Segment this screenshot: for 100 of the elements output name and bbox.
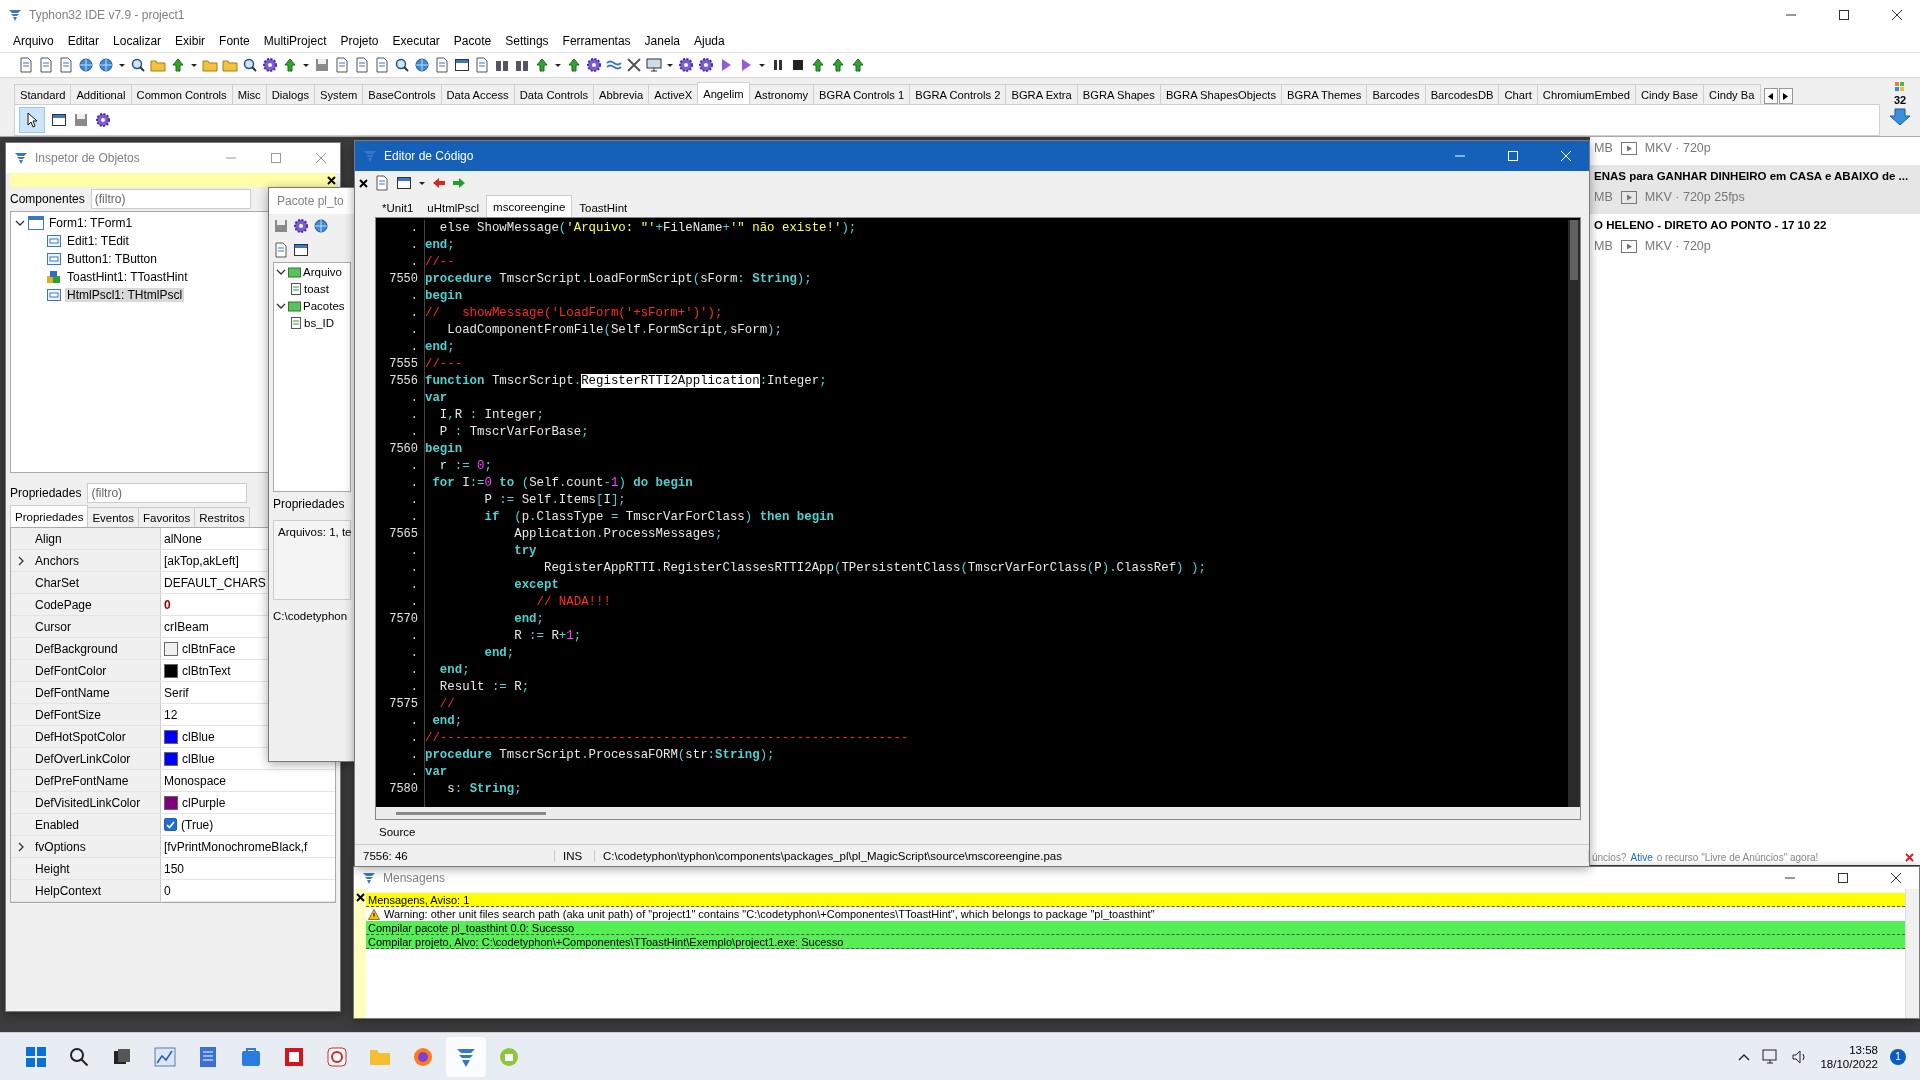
sync-app-icon[interactable] <box>327 1046 347 1067</box>
palette-tab[interactable]: Cindy Base <box>1634 84 1705 104</box>
search-icon[interactable] <box>394 57 410 73</box>
property-value[interactable]: alNone <box>164 531 203 546</box>
stop-icon[interactable] <box>790 57 806 73</box>
gear-icon[interactable] <box>293 218 309 234</box>
monitor-icon[interactable] <box>646 57 662 73</box>
arrow-icon[interactable] <box>850 57 866 73</box>
document-icon[interactable] <box>354 57 370 73</box>
arrow-icon[interactable] <box>282 57 298 73</box>
menu-item[interactable]: Localizar <box>106 34 169 48</box>
document-icon[interactable] <box>374 175 390 191</box>
cursor-tool-button[interactable] <box>19 107 45 133</box>
property-value[interactable]: Monospace <box>164 773 227 788</box>
expander-cell[interactable] <box>11 528 31 549</box>
globe-icon[interactable] <box>313 218 329 234</box>
maximize-icon[interactable] <box>1838 873 1848 883</box>
tools-icon[interactable] <box>626 57 642 73</box>
gear-icon[interactable] <box>698 57 714 73</box>
tree-item[interactable]: toast <box>304 282 329 295</box>
arrow-icon[interactable] <box>566 57 582 73</box>
chevron-up-icon[interactable] <box>1738 1052 1751 1061</box>
notification-badge[interactable]: 1 <box>1890 1048 1906 1065</box>
expander-cell[interactable] <box>11 638 31 659</box>
expander-cell[interactable] <box>11 616 31 637</box>
menu-item[interactable]: Editar <box>60 34 107 48</box>
tree-item[interactable]: ToastHint1: TToastHint <box>65 270 190 284</box>
gear-icon[interactable] <box>95 112 111 128</box>
cursor-icon[interactable] <box>24 112 40 128</box>
browser-app-icon[interactable] <box>413 1046 433 1067</box>
notes-app-icon[interactable] <box>199 1045 217 1068</box>
vertical-scrollbar[interactable] <box>1905 889 1919 1018</box>
property-value[interactable]: Serif <box>164 685 189 700</box>
property-value[interactable]: clBlue <box>182 751 215 766</box>
close-icon[interactable] <box>1891 873 1901 883</box>
palette-tab[interactable]: Cindy Ba <box>1703 84 1761 104</box>
arrow-right-icon[interactable] <box>452 176 466 190</box>
property-value[interactable]: DEFAULT_CHARS <box>164 575 266 590</box>
document-icon[interactable] <box>434 57 450 73</box>
source-tab[interactable]: Source <box>375 824 420 840</box>
property-value[interactable]: [akTop,akLeft] <box>164 553 239 568</box>
property-value[interactable]: clBtnText <box>182 663 231 678</box>
maximize-icon[interactable] <box>1839 10 1849 20</box>
palette-tab[interactable]: Angelim <box>697 82 750 104</box>
windows-logo-icon[interactable] <box>26 1046 46 1067</box>
editor-tab[interactable]: mscoreengine <box>486 195 573 217</box>
menu-item[interactable]: Settings <box>498 34 556 48</box>
expander-cell[interactable] <box>11 704 31 725</box>
store-app-icon[interactable] <box>241 1046 261 1067</box>
close-icon[interactable] <box>359 178 368 188</box>
filter-field[interactable]: (filtro) <box>90 189 251 209</box>
window-icon[interactable] <box>454 57 470 73</box>
palette-tab[interactable]: BGRA ShapesObjects <box>1159 84 1282 104</box>
document-icon[interactable] <box>18 57 34 73</box>
palette-tab[interactable]: Astronomy <box>748 84 815 104</box>
arrow-icon[interactable] <box>534 57 550 73</box>
menu-item[interactable]: MultiProject <box>256 34 334 48</box>
property-value[interactable]: [fvPrintMonochromeBlack,f <box>164 839 308 854</box>
document-icon[interactable] <box>38 57 54 73</box>
chart-app-icon[interactable] <box>154 1046 176 1067</box>
ad-link[interactable]: Ative <box>1630 852 1653 863</box>
expander-cell[interactable] <box>11 748 31 769</box>
document-icon[interactable] <box>58 57 74 73</box>
task-view-icon[interactable] <box>112 1046 132 1067</box>
document-icon[interactable] <box>273 242 289 258</box>
palette-tab[interactable]: BGRA Shapes <box>1076 84 1161 104</box>
window-icon[interactable] <box>293 242 309 258</box>
expander-cell[interactable] <box>11 792 31 813</box>
property-value[interactable]: clBtnFace <box>182 641 236 656</box>
scroll-right-button[interactable] <box>1778 88 1793 104</box>
close-icon[interactable] <box>1892 10 1902 20</box>
property-value[interactable]: 150 <box>164 861 185 876</box>
message-text[interactable]: Warning: other unit files search path (aka unit path) of "project1" contains "C:\codetyphon\+Componentes\TToastHint", which belongs to package "pl_toasthint" <box>384 908 1155 920</box>
property-value[interactable]: (True) <box>181 817 214 832</box>
expander-cell[interactable] <box>11 682 31 703</box>
gear-icon[interactable] <box>262 57 278 73</box>
message-text[interactable]: Mensagens, Aviso: 1 <box>368 893 470 906</box>
menu-item[interactable]: Executar <box>385 34 447 48</box>
arrow-icon[interactable] <box>810 57 826 73</box>
menu-item[interactable]: Ajuda <box>687 34 732 48</box>
menu-item[interactable]: Arquivo <box>6 34 61 48</box>
expander-cell[interactable] <box>11 726 31 747</box>
square-app-icon[interactable] <box>284 1046 304 1067</box>
vertical-scrollbar[interactable] <box>1568 220 1580 807</box>
checkbox[interactable] <box>164 818 177 831</box>
code-area[interactable] <box>375 217 1581 820</box>
tree-item[interactable]: Button1: TButton <box>65 252 159 266</box>
menu-item[interactable]: Janela <box>637 34 687 48</box>
menu-item[interactable]: Pacote <box>446 34 499 48</box>
menu-item[interactable]: Ferramentas <box>555 34 638 48</box>
scroll-left-button[interactable] <box>1763 88 1778 104</box>
globe-icon[interactable] <box>98 57 114 73</box>
gear-icon[interactable] <box>678 57 694 73</box>
menu-item[interactable]: Fonte <box>212 34 257 48</box>
palette-tab[interactable]: System <box>314 84 364 104</box>
property-value[interactable]: clPurple <box>182 795 226 810</box>
tree-item[interactable]: HtmlPscl1: THtmlPscl <box>65 288 185 302</box>
close-icon[interactable] <box>355 893 365 902</box>
search-icon[interactable] <box>130 57 146 73</box>
filter-field[interactable]: (filtro) <box>87 483 248 503</box>
